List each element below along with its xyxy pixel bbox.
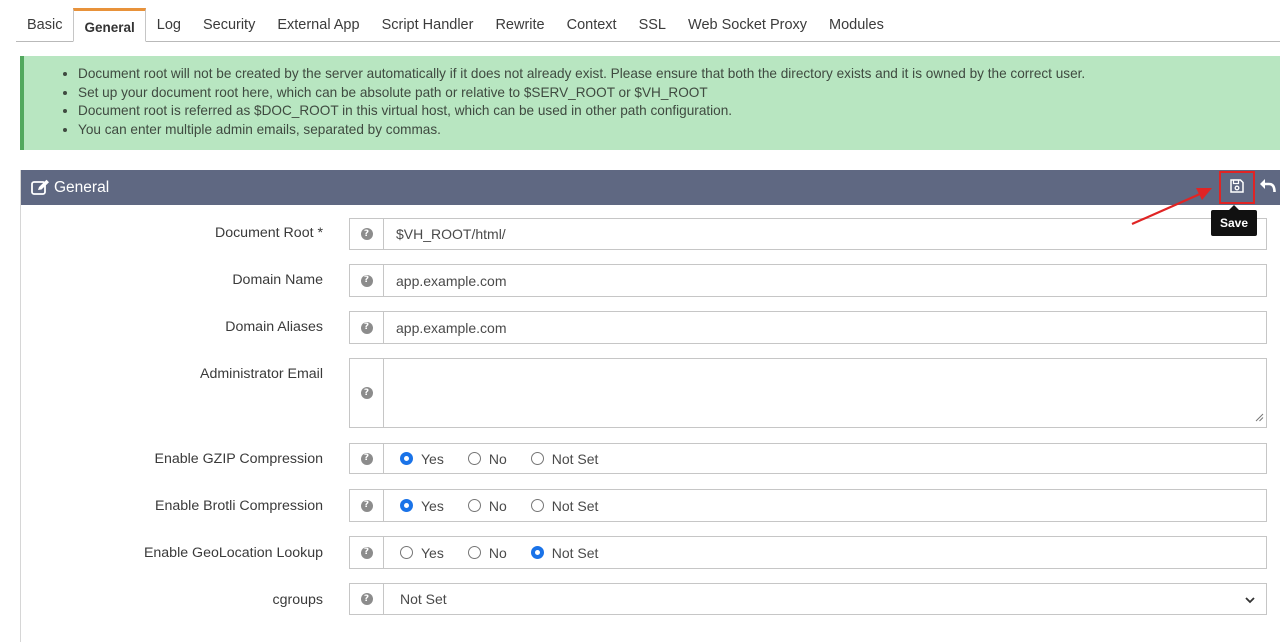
undo-button[interactable]: [1257, 177, 1277, 197]
geolocation-label: Enable GeoLocation Lookup: [143, 545, 323, 561]
tab-basic[interactable]: Basic: [16, 8, 73, 41]
question-circle-icon: ?: [360, 546, 373, 559]
tab-log[interactable]: Log: [146, 8, 192, 41]
document-root-field: ? $VH_ROOT/html/: [349, 218, 1267, 250]
info-item: Set up your document root here, which ca…: [78, 84, 1280, 103]
cgroups-select[interactable]: Not Set: [384, 584, 1266, 614]
undo-arrow-icon: [1259, 178, 1276, 196]
gzip-field: ? Yes No Not Set: [349, 443, 1267, 474]
geolocation-field: ? Yes No Not Set: [349, 536, 1267, 569]
radio-selected: [400, 452, 413, 465]
help-button[interactable]: ?: [350, 219, 384, 249]
help-button[interactable]: ?: [350, 444, 384, 473]
floppy-disk-icon: [1230, 179, 1244, 196]
domain-aliases-input[interactable]: app.example.com: [384, 312, 1266, 343]
tab-general[interactable]: General: [73, 8, 146, 42]
radio-unselected: [530, 452, 544, 465]
brotli-radio-not-set[interactable]: Not Set: [530, 497, 599, 514]
tab-bar: Basic General Log Security External App …: [16, 8, 1280, 42]
brotli-radio-no[interactable]: No: [467, 497, 507, 514]
brotli-radio-yes[interactable]: Yes: [400, 498, 444, 514]
gzip-radio-not-set[interactable]: Not Set: [530, 450, 599, 467]
radio-label: Not Set: [551, 450, 599, 467]
geolocation-radio-no[interactable]: No: [467, 544, 507, 561]
help-button[interactable]: ?: [350, 312, 384, 343]
tab-rewrite[interactable]: Rewrite: [484, 8, 555, 41]
tab-external-app[interactable]: External App: [266, 8, 370, 41]
geolocation-radio-yes[interactable]: Yes: [400, 545, 444, 561]
cgroups-field: ? Not Set: [349, 583, 1267, 615]
info-list: Document root will not be created by the…: [24, 56, 1280, 139]
help-button[interactable]: ?: [350, 584, 384, 614]
radio-label: Yes: [421, 450, 444, 467]
info-item: Document root is referred as $DOC_ROOT i…: [78, 102, 1280, 121]
help-button[interactable]: ?: [350, 537, 384, 568]
question-circle-icon: ?: [360, 593, 373, 605]
radio-selected: [530, 546, 544, 559]
tab-security[interactable]: Security: [192, 8, 266, 41]
radio-unselected: [530, 499, 544, 512]
brotli-radio-group: Yes No Not Set: [384, 490, 1266, 521]
question-circle-icon: ?: [360, 321, 373, 334]
radio-unselected: [467, 499, 481, 512]
radio-label: No: [488, 497, 507, 514]
question-circle-icon: ?: [360, 387, 373, 399]
chevron-down-icon: [1244, 593, 1256, 609]
info-item: You can enter multiple admin emails, sep…: [78, 121, 1280, 140]
resize-grip-icon[interactable]: [1255, 409, 1264, 425]
panel-title: General: [54, 178, 110, 196]
question-circle-icon: ?: [360, 274, 373, 287]
info-alert: Document root will not be created by the…: [20, 56, 1280, 150]
question-circle-icon: ?: [360, 228, 373, 240]
edit-icon: [31, 179, 50, 196]
info-item: Document root will not be created by the…: [78, 65, 1280, 84]
gzip-label: Enable GZIP Compression: [154, 451, 324, 467]
domain-aliases-field: ? app.example.com: [349, 311, 1267, 344]
general-panel: General Document Root * ? $VH_ROOT/html/…: [20, 170, 1280, 642]
radio-label: Yes: [421, 497, 444, 514]
cgroups-selected-value: Not Set: [400, 591, 447, 607]
save-button[interactable]: [1219, 171, 1255, 204]
domain-aliases-label: Domain Aliases: [225, 319, 323, 335]
radio-unselected: [467, 546, 481, 559]
admin-email-field: ?: [349, 358, 1267, 428]
domain-name-label: Domain Name: [232, 272, 323, 288]
tab-modules[interactable]: Modules: [818, 8, 895, 41]
tab-script-handler[interactable]: Script Handler: [371, 8, 485, 41]
gzip-radio-yes[interactable]: Yes: [400, 451, 444, 467]
admin-email-textarea[interactable]: [384, 359, 1266, 427]
brotli-field: ? Yes No Not Set: [349, 489, 1267, 522]
question-circle-icon: ?: [360, 499, 373, 512]
save-tooltip: Save: [1211, 205, 1257, 236]
tab-ssl[interactable]: SSL: [628, 8, 677, 41]
radio-unselected: [467, 452, 481, 465]
question-circle-icon: ?: [360, 452, 373, 465]
radio-unselected: [400, 546, 413, 559]
radio-label: Not Set: [551, 497, 599, 514]
document-root-input[interactable]: $VH_ROOT/html/: [384, 219, 1266, 249]
panel-header: General: [21, 170, 1280, 205]
radio-label: Not Set: [551, 544, 599, 561]
help-button[interactable]: ?: [350, 265, 384, 296]
tab-context[interactable]: Context: [556, 8, 628, 41]
domain-name-field: ? app.example.com: [349, 264, 1267, 297]
help-button[interactable]: ?: [350, 490, 384, 521]
tab-web-socket-proxy[interactable]: Web Socket Proxy: [677, 8, 818, 41]
admin-email-label: Administrator Email: [200, 366, 323, 382]
help-button[interactable]: ?: [350, 359, 384, 427]
document-root-label: Document Root *: [214, 225, 323, 241]
radio-label: No: [488, 450, 507, 467]
gzip-radio-group: Yes No Not Set: [384, 444, 1266, 473]
radio-label: No: [488, 544, 507, 561]
geolocation-radio-group: Yes No Not Set: [384, 537, 1266, 568]
brotli-label: Enable Brotli Compression: [155, 498, 323, 514]
radio-label: Yes: [421, 544, 444, 561]
geolocation-radio-not-set[interactable]: Not Set: [530, 544, 599, 561]
gzip-radio-no[interactable]: No: [467, 450, 507, 467]
radio-selected: [400, 499, 413, 512]
cgroups-label: cgroups: [272, 592, 323, 608]
domain-name-input[interactable]: app.example.com: [384, 265, 1266, 296]
